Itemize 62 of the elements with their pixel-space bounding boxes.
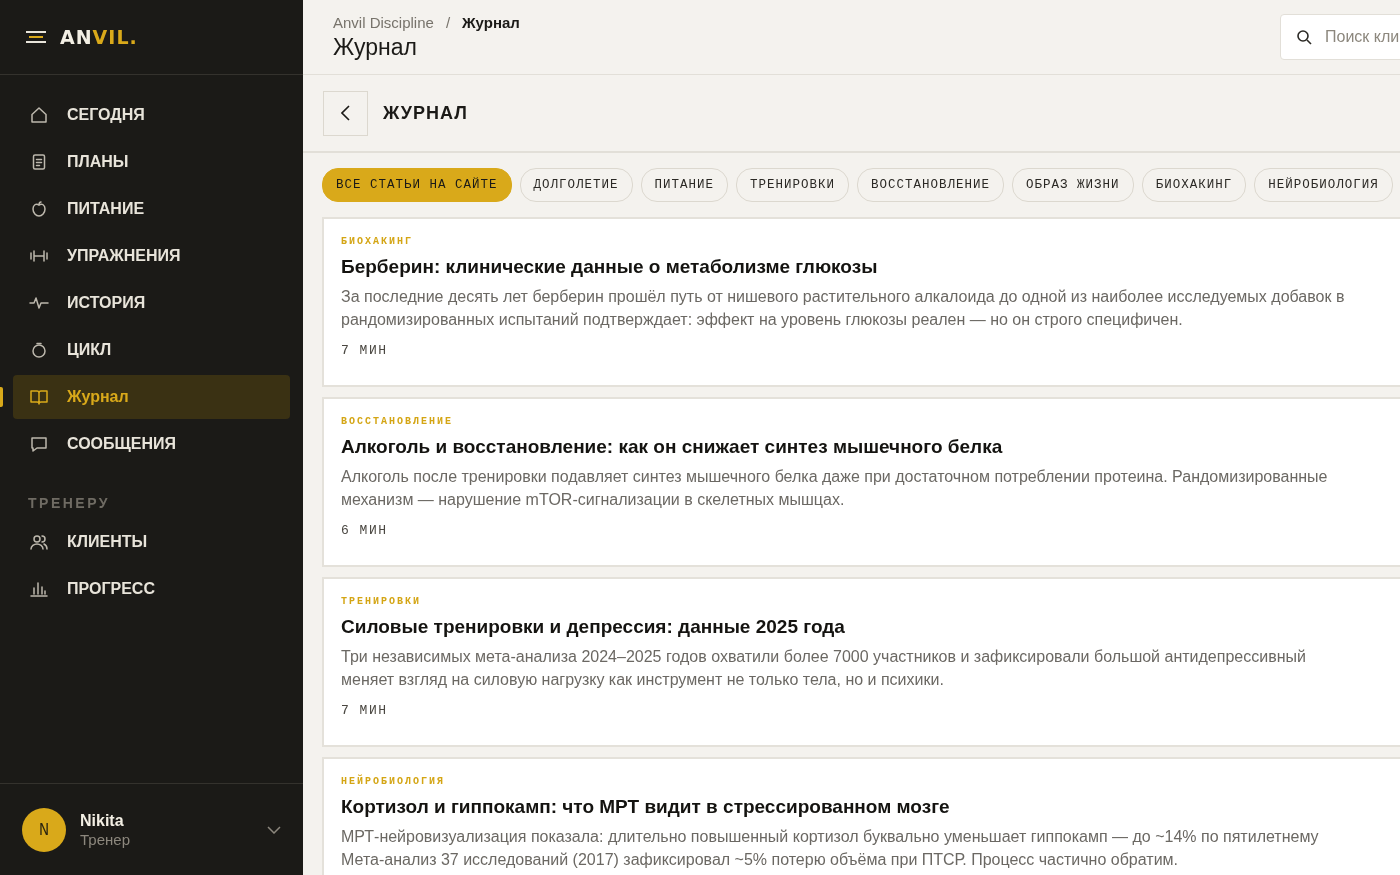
read-time: 6 МИН [341, 523, 389, 538]
article-excerpt-line: меняет взгляд на силовую нагрузку как инструмент не только тела, но и психики. [341, 670, 945, 690]
breadcrumb-separator: / [445, 13, 451, 31]
nav-item[interactable]: УПРАЖНЕНИЯ [13, 234, 290, 278]
read-time: 7 МИН [341, 343, 389, 358]
category-chip[interactable]: НЕЙРОБИОЛОГИЯ [1254, 168, 1393, 202]
article-card[interactable] [322, 217, 1400, 387]
category-chip[interactable]: ДОЛГОЛЕТИЕ [519, 168, 633, 202]
article-excerpt-line: рандомизированных испытаний подтверждает: эффект на уровень глюкозы реален — но он строго специфичен. [341, 310, 1184, 330]
nav-item[interactable]: ЦИКЛ [13, 328, 290, 372]
article-excerpt-line: Алкоголь после тренировки подавляет синтез мышечного белка даже при достаточном потреблении протеина. Рандомизированные [341, 467, 1329, 487]
chevron-down-icon[interactable] [267, 825, 281, 834]
article-excerpt-line: механизм — нарушение mTOR-сигнализации в скелетных мышцах. [341, 490, 846, 510]
category-chip[interactable]: ВОССТАНОВЛЕНИЕ [857, 168, 1005, 202]
article-tag: НЕЙРОБИОЛОГИЯ [341, 776, 1400, 787]
search-field[interactable]: Поиск кли [1280, 14, 1400, 60]
search-icon [1296, 29, 1312, 45]
category-chip[interactable]: БИОХАКИНГ [1141, 168, 1247, 202]
category-chip[interactable]: ПИТАНИЕ [640, 168, 729, 202]
section-title: ЖУРНАЛ [383, 102, 468, 124]
nav-item[interactable]: СООБЩЕНИЯ [13, 422, 290, 466]
cycle-icon [29, 340, 49, 360]
avatar: N [22, 807, 66, 852]
category-chip[interactable]: ТРЕНИРОВКИ [736, 168, 850, 202]
logo: ANVIL. [60, 26, 138, 48]
article-excerpt-line: За последние десять лет берберин прошёл путь от нишевого растительного алкалоида до одной из наиболее исследуемых добавок в [341, 287, 1346, 307]
article-tag: ВОССТАНОВЛЕНИЕ [341, 416, 1400, 427]
apple-icon [29, 199, 49, 219]
message-icon [29, 434, 49, 454]
book-icon [29, 387, 49, 407]
home-icon [29, 105, 49, 125]
user-name: Nikita [80, 811, 125, 830]
nav-item[interactable]: ПИТАНИЕ [13, 187, 290, 231]
article-title: Силовые тренировки и депрессия: данные 2025 года [341, 616, 846, 638]
nav-item[interactable]: ИСТОРИЯ [13, 281, 290, 325]
article-title: Кортизол и гиппокамп: что МРТ видит в стрессированном мозге [341, 796, 951, 818]
active-indicator [0, 387, 3, 407]
people-icon [29, 532, 49, 552]
breadcrumb[interactable]: Anvil Discipline [333, 13, 434, 31]
nav-item[interactable]: ПЛАНЫ [13, 140, 290, 184]
article-excerpt-line: МРТ-нейровизуализация показала: длительно повышенный кортизол буквально уменьшает гиппокамп — до ~14% по пятилетнему [341, 827, 1320, 847]
article-card[interactable] [322, 397, 1400, 567]
article-excerpt-line: Мета-анализ 37 исследований (2017) зафиксировал ~5% потерю объёма при ПТСР. Процесс частично обратим. [341, 850, 1179, 870]
section-label: ТРЕНЕРУ [28, 495, 112, 511]
nav-item[interactable]: КЛИЕНТЫ [13, 520, 290, 564]
article-excerpt-line: Три независимых мета-анализа 2024–2025 годов охватили более 7000 участников и зафиксировали большой антидепрессивный [341, 647, 1307, 667]
article-tag: БИОХАКИНГ [341, 236, 1400, 247]
breadcrumb: Журнал [462, 13, 520, 31]
menu-icon[interactable] [26, 31, 46, 43]
article-title: Берберин: клинические данные о метаболизме глюкозы [341, 256, 879, 278]
read-time: 7 МИН [341, 703, 389, 718]
category-chip[interactable]: ОБРАЗ ЖИЗНИ [1012, 168, 1134, 202]
user-role: Тренер [80, 830, 130, 848]
article-card[interactable] [322, 577, 1400, 747]
article-title: Алкоголь и восстановление: как он снижает синтез мышечного белка [341, 436, 1004, 458]
bar-chart-icon [29, 579, 49, 599]
chevron-left-icon [341, 105, 350, 121]
page-title: Журнал [333, 33, 418, 61]
nav-item[interactable]: ПРОГРЕСС [13, 567, 290, 611]
nav-item[interactable]: СЕГОДНЯ [13, 93, 290, 137]
article-tag: ТРЕНИРОВКИ [341, 596, 1400, 607]
category-chip[interactable]: ВСЕ СТАТЬИ НА САЙТЕ [322, 168, 512, 202]
